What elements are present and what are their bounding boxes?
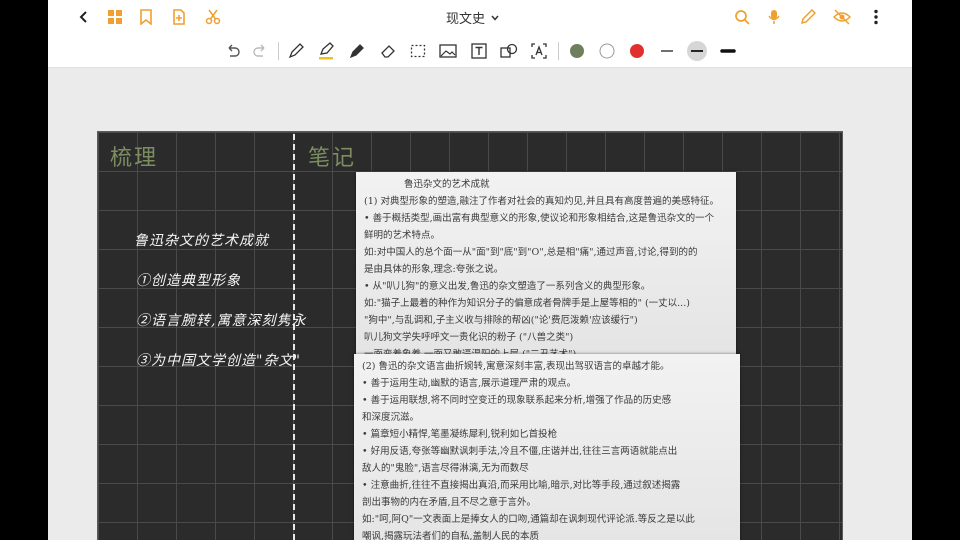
note-line: 如:"呵,阿Q"一文表面上是捧女人的口吻,通篇却在讽刺现代评论派.等反之是以此 xyxy=(362,514,695,525)
note-line: 叭儿狗文学失呼呼文一贵化识的粉子 ("八兽之类") xyxy=(364,332,574,343)
redo-icon[interactable] xyxy=(250,41,270,61)
stroke-thick-icon[interactable] xyxy=(718,41,738,61)
scissors-icon[interactable] xyxy=(203,7,223,27)
undo-icon[interactable] xyxy=(223,41,243,61)
color-swatch-white[interactable] xyxy=(597,41,617,61)
outline-item: ③为中国文学创造"杂文" xyxy=(136,353,301,369)
note-line: • 善于运用联想,将不同时空变迁的现象联系起来分析,增强了作品的历史感 xyxy=(362,395,672,406)
add-page-icon[interactable] xyxy=(169,7,189,27)
color-swatch-red[interactable] xyxy=(627,41,647,61)
text-icon[interactable] xyxy=(469,41,489,61)
toolbar-divider xyxy=(278,42,279,60)
image-icon[interactable] xyxy=(438,41,458,61)
column-divider xyxy=(293,134,295,540)
back-icon[interactable] xyxy=(74,7,94,27)
pen-icon[interactable] xyxy=(286,41,306,61)
outline-item: ①创造典型形象 xyxy=(136,273,241,289)
note-line: 是由具体的形象,理念:夸张之说。 xyxy=(364,264,504,275)
note-line: (2) 鲁迅的杂文语言曲折婉转,寓意深刻丰富,表现出驾驭语言的卓越才能。 xyxy=(362,361,670,372)
note-line: 剖出事物的内在矛盾,且不尽之意于言外。 xyxy=(362,497,537,508)
note-line: 鲁迅杂文的艺术成就 xyxy=(404,179,490,190)
note-line: 鲜明的艺术特点。 xyxy=(364,230,441,241)
note-line: • 善于概括类型,画出富有典型意义的形象,使议论和形象相结合,这是鲁迅杂文的一个 xyxy=(364,213,715,224)
note-line: • 善于运用生动,幽默的语言,展示道理严肃的观点。 xyxy=(362,378,577,389)
pen-edit-icon[interactable] xyxy=(798,7,818,27)
highlighter-icon[interactable] xyxy=(316,41,336,61)
app-frame: 现文史 梳理 笔记 鲁迅杂文的艺术成就 ①创造典型形象 ②语言腕转,寓意深刻隽永… xyxy=(48,0,912,540)
note-line: 嘲讽,揭露玩法者们的自私,盖制人民的本质 xyxy=(362,531,540,540)
eraser-icon[interactable] xyxy=(378,41,398,61)
grid-icon[interactable] xyxy=(105,7,125,27)
note-photo-bottom[interactable]: (2) 鲁迅的杂文语言曲折婉转,寓意深刻丰富,表现出驾驭语言的卓越才能。 • 善… xyxy=(354,354,740,540)
document-title[interactable]: 现文史 xyxy=(446,8,500,27)
note-line: "狗中",与乱调和,子主义收与排除的帮凶("论'费厄泼赖'应该缓行") xyxy=(364,315,638,326)
shape-icon[interactable] xyxy=(499,41,519,61)
outline-item: ②语言腕转,寓意深刻隽永 xyxy=(136,313,307,329)
title-text: 现文史 xyxy=(446,12,486,27)
note-line: 如:对中国人的总个面一从"面"到"底"到"O",总是相"痛",通过声音,讨论,得… xyxy=(364,247,698,258)
more-icon[interactable] xyxy=(866,7,886,27)
note-line: 如:"猫子上最着的种作为知识分子的偏意成者骨牌手是上屋等相的" (一丈以...) xyxy=(364,298,690,309)
right-column-heading: 笔记 xyxy=(308,146,357,171)
note-line: 和深度沉滋。 xyxy=(362,412,420,423)
left-column-heading: 梳理 xyxy=(110,146,159,171)
stroke-thin-icon[interactable] xyxy=(657,41,677,61)
marker-icon[interactable] xyxy=(347,41,367,61)
note-line: • 从"叭儿狗"的意义出发,鲁迅的杂文塑造了一系列含义的典型形象。 xyxy=(364,281,651,292)
note-line: • 好用反语,夸张等幽默讽刺手法,冷且不僵,庄谐并出,往往三言两语就能点出 xyxy=(362,446,678,457)
note-line: • 篇章短小精悍,笔墨凝练犀利,锐利如匕首投枪 xyxy=(362,429,558,440)
color-swatch-green[interactable] xyxy=(567,41,587,61)
microphone-icon[interactable] xyxy=(764,7,784,27)
lasso-select-icon[interactable] xyxy=(408,41,428,61)
note-line: (1) 对典型形象的塑造,融注了作者对社会的真知灼见,并且具有高度普遍的美感特征… xyxy=(364,196,720,207)
eye-off-icon[interactable] xyxy=(832,7,852,27)
stroke-medium-icon[interactable] xyxy=(686,41,708,61)
top-bar: 现文史 xyxy=(48,0,912,34)
note-line: • 注意曲折,往往不直接揭出真沿,而采用比喻,暗示,对比等手段,通过叙述揭露 xyxy=(362,480,681,491)
ocr-text-icon[interactable] xyxy=(529,41,549,61)
chevron-down-icon xyxy=(491,15,499,21)
search-icon[interactable] xyxy=(732,7,752,27)
outline-title: 鲁迅杂文的艺术成就 xyxy=(134,233,269,249)
tool-bar xyxy=(48,34,912,68)
toolbar-divider xyxy=(558,42,559,60)
chalkboard-page[interactable]: 梳理 笔记 鲁迅杂文的艺术成就 ①创造典型形象 ②语言腕转,寓意深刻隽永 ③为中… xyxy=(97,131,843,540)
note-line: 敌人的"鬼脸",语言尽得淋漓,无为而数尽 xyxy=(362,463,529,474)
note-photo-top[interactable]: 鲁迅杂文的艺术成就 (1) 对典型形象的塑造,融注了作者对社会的真知灼见,并且具… xyxy=(356,172,736,358)
bookmark-icon[interactable] xyxy=(136,7,156,27)
